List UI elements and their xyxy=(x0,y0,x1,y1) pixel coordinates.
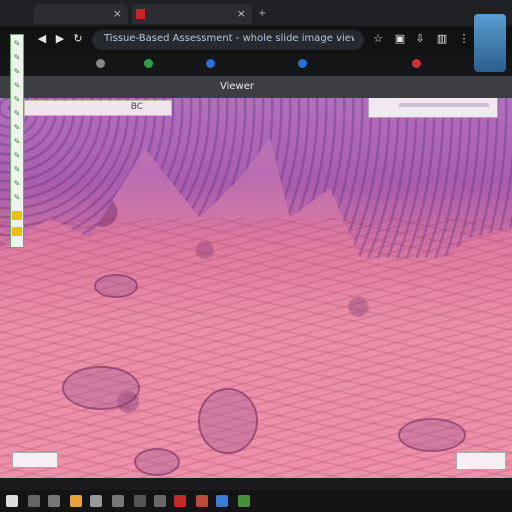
pen-icon[interactable]: ✎ xyxy=(12,53,22,62)
pen-icon[interactable]: ✎ xyxy=(12,151,22,160)
annotation-panel[interactable] xyxy=(368,98,498,118)
taskbar-app-icon[interactable] xyxy=(112,495,124,507)
reload-icon[interactable]: ↻ xyxy=(72,33,84,45)
taskbar-app-icon[interactable] xyxy=(216,495,228,507)
gland-structure xyxy=(62,366,140,410)
pen-icon[interactable]: ✎ xyxy=(12,109,22,118)
highlight-tool-icon[interactable] xyxy=(12,211,22,220)
taskbar-app-icon[interactable] xyxy=(154,495,166,507)
close-icon[interactable]: × xyxy=(113,7,122,20)
start-icon[interactable] xyxy=(6,495,18,507)
os-taskbar xyxy=(0,490,512,512)
pen-icon[interactable]: ✎ xyxy=(12,193,22,202)
pen-icon[interactable]: ✎ xyxy=(12,39,22,48)
slide-label: BC xyxy=(24,100,172,116)
viewer-title: Viewer xyxy=(220,81,254,92)
browser-tab-2[interactable]: × xyxy=(132,4,252,24)
magnification-box xyxy=(456,452,506,470)
taskbar-app-icon[interactable] xyxy=(196,495,208,507)
browser-toolbar: ◀ ▶ ↻ Tissue-Based Assessment - whole sl… xyxy=(0,26,512,54)
sidebar-icon[interactable]: ▥ xyxy=(436,33,448,45)
viewer-tool-column: ✎ ✎ ✎ ✎ ✎ ✎ ✎ ✎ ✎ ✎ ✎ ✎ xyxy=(10,34,24,248)
pen-icon[interactable]: ✎ xyxy=(12,137,22,146)
extension-icon[interactable]: ▣ xyxy=(394,33,406,45)
taskbar-app-icon[interactable] xyxy=(28,495,40,507)
address-bar[interactable]: Tissue-Based Assessment - whole slide im… xyxy=(92,30,364,50)
gland-structure xyxy=(134,448,180,476)
url-text: Tissue-Based Assessment - whole slide im… xyxy=(104,33,354,44)
taskbar-app-icon[interactable] xyxy=(134,495,146,507)
viewer-header: Viewer xyxy=(0,76,512,98)
forward-icon[interactable]: ▶ xyxy=(54,33,66,45)
bookmark-item[interactable] xyxy=(96,59,108,71)
gland-structure xyxy=(398,418,466,452)
taskbar-app-icon[interactable] xyxy=(238,495,250,507)
bookmark-star-icon[interactable]: ☆ xyxy=(372,33,384,45)
new-tab-icon[interactable]: + xyxy=(258,8,266,19)
taskbar-app-icon[interactable] xyxy=(48,495,60,507)
slide-canvas[interactable]: BC xyxy=(0,98,512,478)
pen-icon[interactable]: ✎ xyxy=(12,95,22,104)
favicon-icon xyxy=(136,9,145,19)
pen-icon[interactable]: ✎ xyxy=(12,81,22,90)
gland-structure xyxy=(198,388,258,454)
browser-tab-strip: × × + xyxy=(0,0,512,26)
pen-icon[interactable]: ✎ xyxy=(12,179,22,188)
pen-icon[interactable]: ✎ xyxy=(12,67,22,76)
bookmark-item[interactable] xyxy=(206,59,218,71)
gland-structure xyxy=(94,274,138,298)
close-icon[interactable]: × xyxy=(237,7,246,20)
bookmark-item[interactable] xyxy=(298,59,310,71)
taskbar-app-icon[interactable] xyxy=(174,495,186,507)
annotation-line xyxy=(399,103,489,107)
bookmarks-bar xyxy=(0,54,512,76)
browser-tab-1[interactable]: × xyxy=(34,4,128,24)
avatar[interactable] xyxy=(474,14,506,72)
pen-icon[interactable]: ✎ xyxy=(12,123,22,132)
highlight-tool-icon[interactable] xyxy=(12,227,22,236)
bookmark-item[interactable] xyxy=(144,59,156,71)
scale-bar xyxy=(12,452,58,468)
taskbar-app-icon[interactable] xyxy=(70,495,82,507)
menu-icon[interactable]: ⋮ xyxy=(458,33,470,45)
bookmark-item[interactable] xyxy=(412,59,424,71)
pen-icon[interactable]: ✎ xyxy=(12,165,22,174)
back-icon[interactable]: ◀ xyxy=(36,33,48,45)
download-icon[interactable]: ⇩ xyxy=(414,33,426,45)
taskbar-app-icon[interactable] xyxy=(90,495,102,507)
